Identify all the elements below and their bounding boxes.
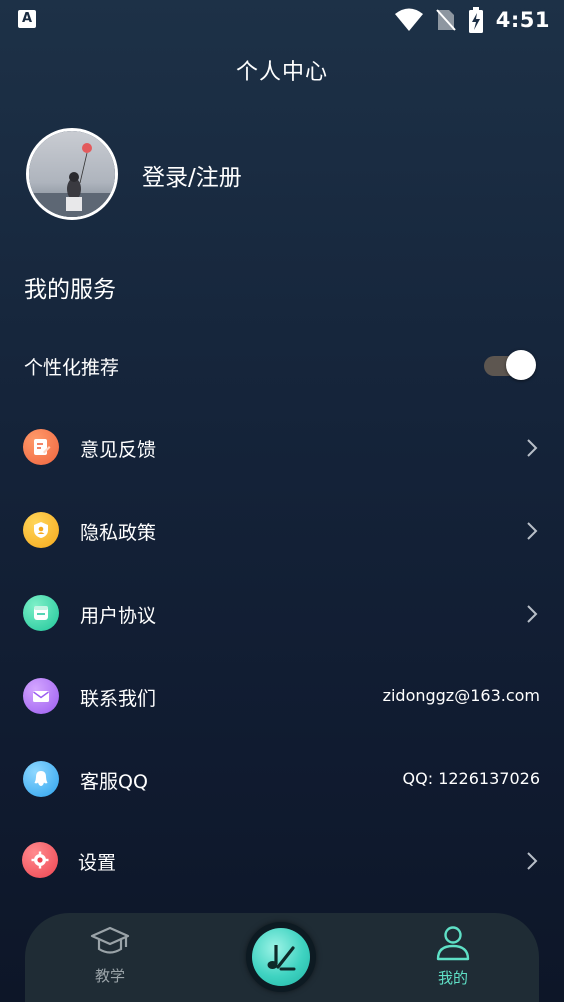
contact-us-label: 联系我们 <box>80 688 157 710</box>
chevron-right-icon <box>527 605 538 623</box>
avatar-photo <box>29 131 115 217</box>
contact-email: zidonggz@163.com <box>382 686 540 705</box>
nav-tab-mine[interactable]: 我的 <box>413 925 493 988</box>
feedback-row[interactable]: 意见反馈 <box>0 422 564 472</box>
chevron-right-icon <box>527 439 538 457</box>
agreement-icon <box>23 595 59 631</box>
no-sim-icon <box>436 9 456 31</box>
battery-charging-icon <box>468 7 483 33</box>
customer-qq-number: QQ: 1226137026 <box>402 769 540 788</box>
music-note-icon <box>267 945 296 971</box>
privacy-policy-row[interactable]: 隐私政策 <box>0 505 564 555</box>
user-agreement-label: 用户协议 <box>80 605 157 627</box>
graduation-cap-icon <box>90 926 130 954</box>
nav-tab-teaching[interactable]: 教学 <box>70 925 150 986</box>
wifi-icon <box>394 8 423 31</box>
nav-label-teaching: 教学 <box>94 967 125 985</box>
personalized-recommend-label: 个性化推荐 <box>24 357 120 379</box>
status-bar: A 4:51 <box>0 0 564 40</box>
customer-qq-row[interactable]: 客服QQ QQ: 1226137026 <box>0 754 564 804</box>
status-time: 4:51 <box>495 8 550 32</box>
user-icon <box>436 926 470 961</box>
privacy-policy-label: 隐私政策 <box>80 522 157 544</box>
personalized-recommend-toggle[interactable] <box>484 350 536 380</box>
mail-icon <box>23 678 59 714</box>
toggle-knob <box>506 350 536 380</box>
section-title-services: 我的服务 <box>24 277 116 303</box>
center-button-inner <box>252 928 310 986</box>
chevron-right-icon <box>527 852 538 870</box>
center-play-button[interactable] <box>246 922 316 992</box>
avatar[interactable] <box>26 128 118 220</box>
feedback-icon <box>23 429 59 465</box>
chevron-right-icon <box>527 522 538 540</box>
settings-label: 设置 <box>78 852 117 874</box>
login-register-link[interactable]: 登录/注册 <box>142 158 242 192</box>
qq-icon <box>23 761 59 797</box>
status-icons: 4:51 <box>394 6 550 34</box>
user-agreement-row[interactable]: 用户协议 <box>0 588 564 638</box>
privacy-icon <box>23 512 59 548</box>
notification-app-icon: A <box>18 10 36 28</box>
gear-icon <box>22 842 58 878</box>
feedback-label: 意见反馈 <box>80 439 157 461</box>
page-title: 个人中心 <box>235 60 328 85</box>
contact-us-row[interactable]: 联系我们 zidonggz@163.com <box>0 671 564 721</box>
customer-qq-label: 客服QQ <box>80 771 148 793</box>
settings-row[interactable]: 设置 <box>0 835 564 885</box>
personalized-recommend-row: 个性化推荐 <box>0 340 564 390</box>
nav-label-mine: 我的 <box>437 969 468 987</box>
